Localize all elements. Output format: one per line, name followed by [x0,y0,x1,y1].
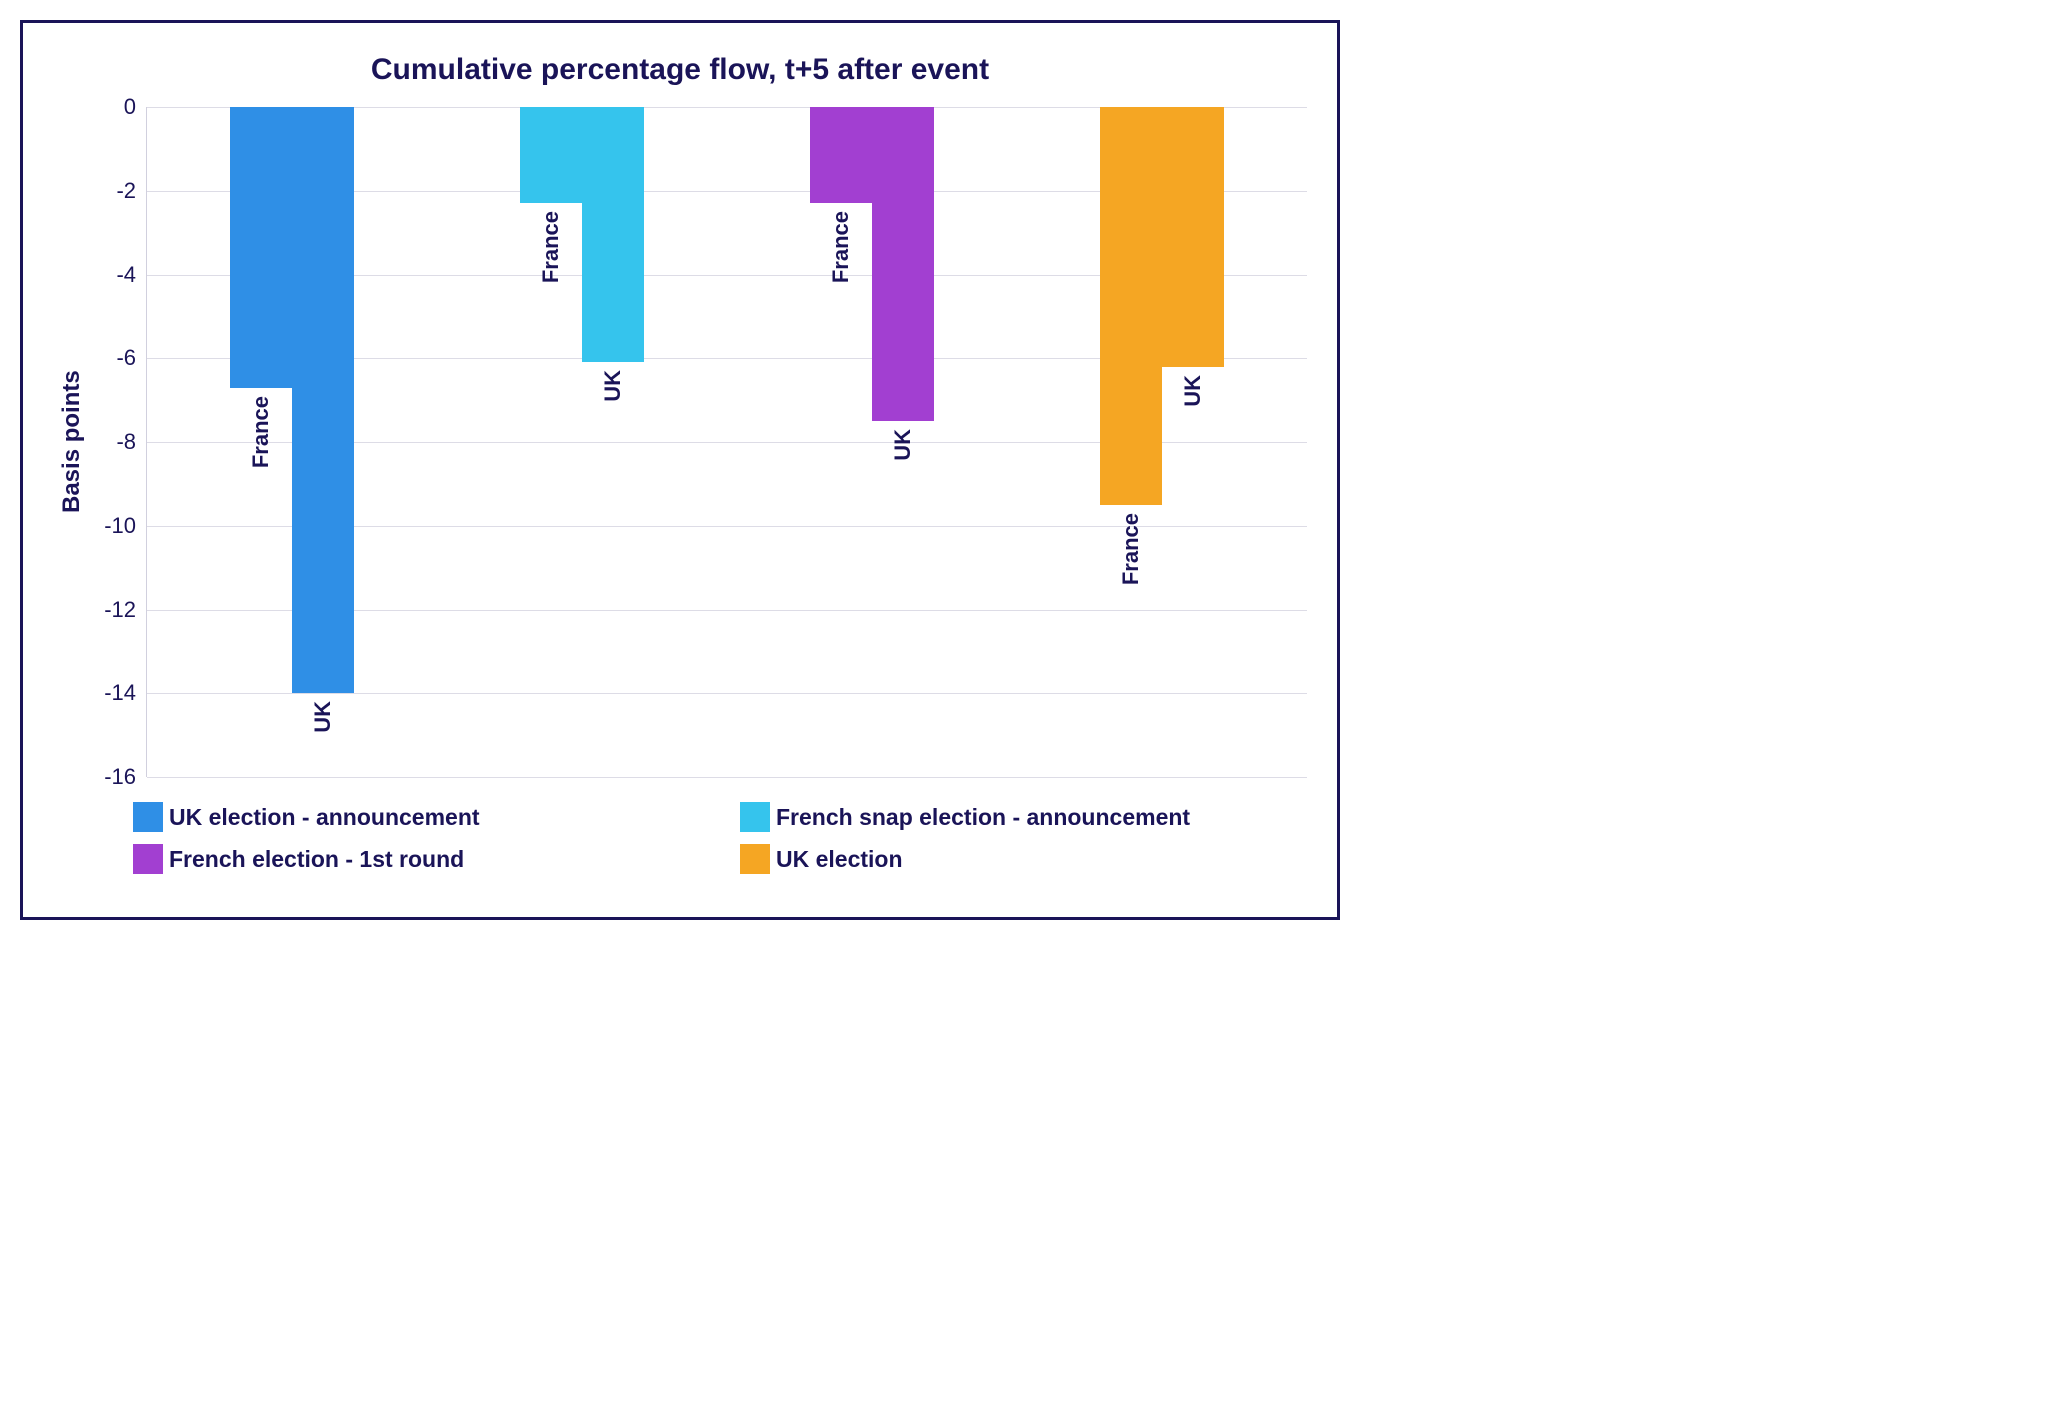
y-tick: -4 [116,262,136,288]
bar-label: UK [310,701,336,733]
bar-label: France [828,211,854,283]
bar-wrap: UK [872,107,934,777]
legend-label: French snap election - announcement [776,804,1190,831]
bar-label: UK [1180,375,1206,407]
bar-wrap: France [230,107,292,777]
bar-label: France [1118,513,1144,585]
y-tick: -8 [116,429,136,455]
legend-swatch [740,802,770,832]
bar-group: France UK [727,107,1017,777]
legend-swatch [740,844,770,874]
plot-area: France UK France UK France UK France UK [146,107,1307,777]
bar-group: France UK [147,107,437,777]
bar [1162,107,1224,367]
bars-layer: France UK France UK France UK France UK [147,107,1307,777]
grid-line [147,777,1307,778]
legend-swatch [133,802,163,832]
bar [292,107,354,693]
y-tick: -10 [104,513,136,539]
bar-label: France [248,396,274,468]
legend-item: UK election - announcement [133,802,700,832]
bar-wrap: UK [292,107,354,777]
bar-label: France [538,211,564,283]
chart-body: Basis points 0-2-4-6-8-10-12-14-16 Franc… [53,107,1307,777]
bar-group: France UK [1017,107,1307,777]
bar-wrap: UK [1162,107,1224,777]
bar [810,107,872,203]
legend: UK election - announcement French snap el… [53,802,1307,874]
bar-label: UK [890,429,916,461]
bar [520,107,582,203]
y-tick: -16 [104,764,136,790]
bar-group: France UK [437,107,727,777]
y-tick: -14 [104,680,136,706]
legend-label: UK election [776,846,903,873]
bar-wrap: France [520,107,582,777]
legend-label: UK election - announcement [169,804,480,831]
legend-item: French election - 1st round [133,844,700,874]
chart-container: Cumulative percentage flow, t+5 after ev… [20,20,1340,920]
bar [582,107,644,362]
bar-wrap: UK [582,107,644,777]
legend-label: French election - 1st round [169,846,464,873]
y-tick: -2 [116,178,136,204]
legend-item: French snap election - announcement [740,802,1307,832]
y-axis: 0-2-4-6-8-10-12-14-16 [91,107,146,777]
legend-item: UK election [740,844,1307,874]
y-tick: -12 [104,597,136,623]
bar [872,107,934,421]
y-axis-label: Basis points [53,107,91,777]
bar [1100,107,1162,505]
legend-swatch [133,844,163,874]
bar-wrap: France [1100,107,1162,777]
bar [230,107,292,388]
y-tick: 0 [124,94,136,120]
bar-label: UK [600,370,626,402]
bar-wrap: France [810,107,872,777]
chart-title: Cumulative percentage flow, t+5 after ev… [53,53,1307,87]
y-tick: -6 [116,345,136,371]
